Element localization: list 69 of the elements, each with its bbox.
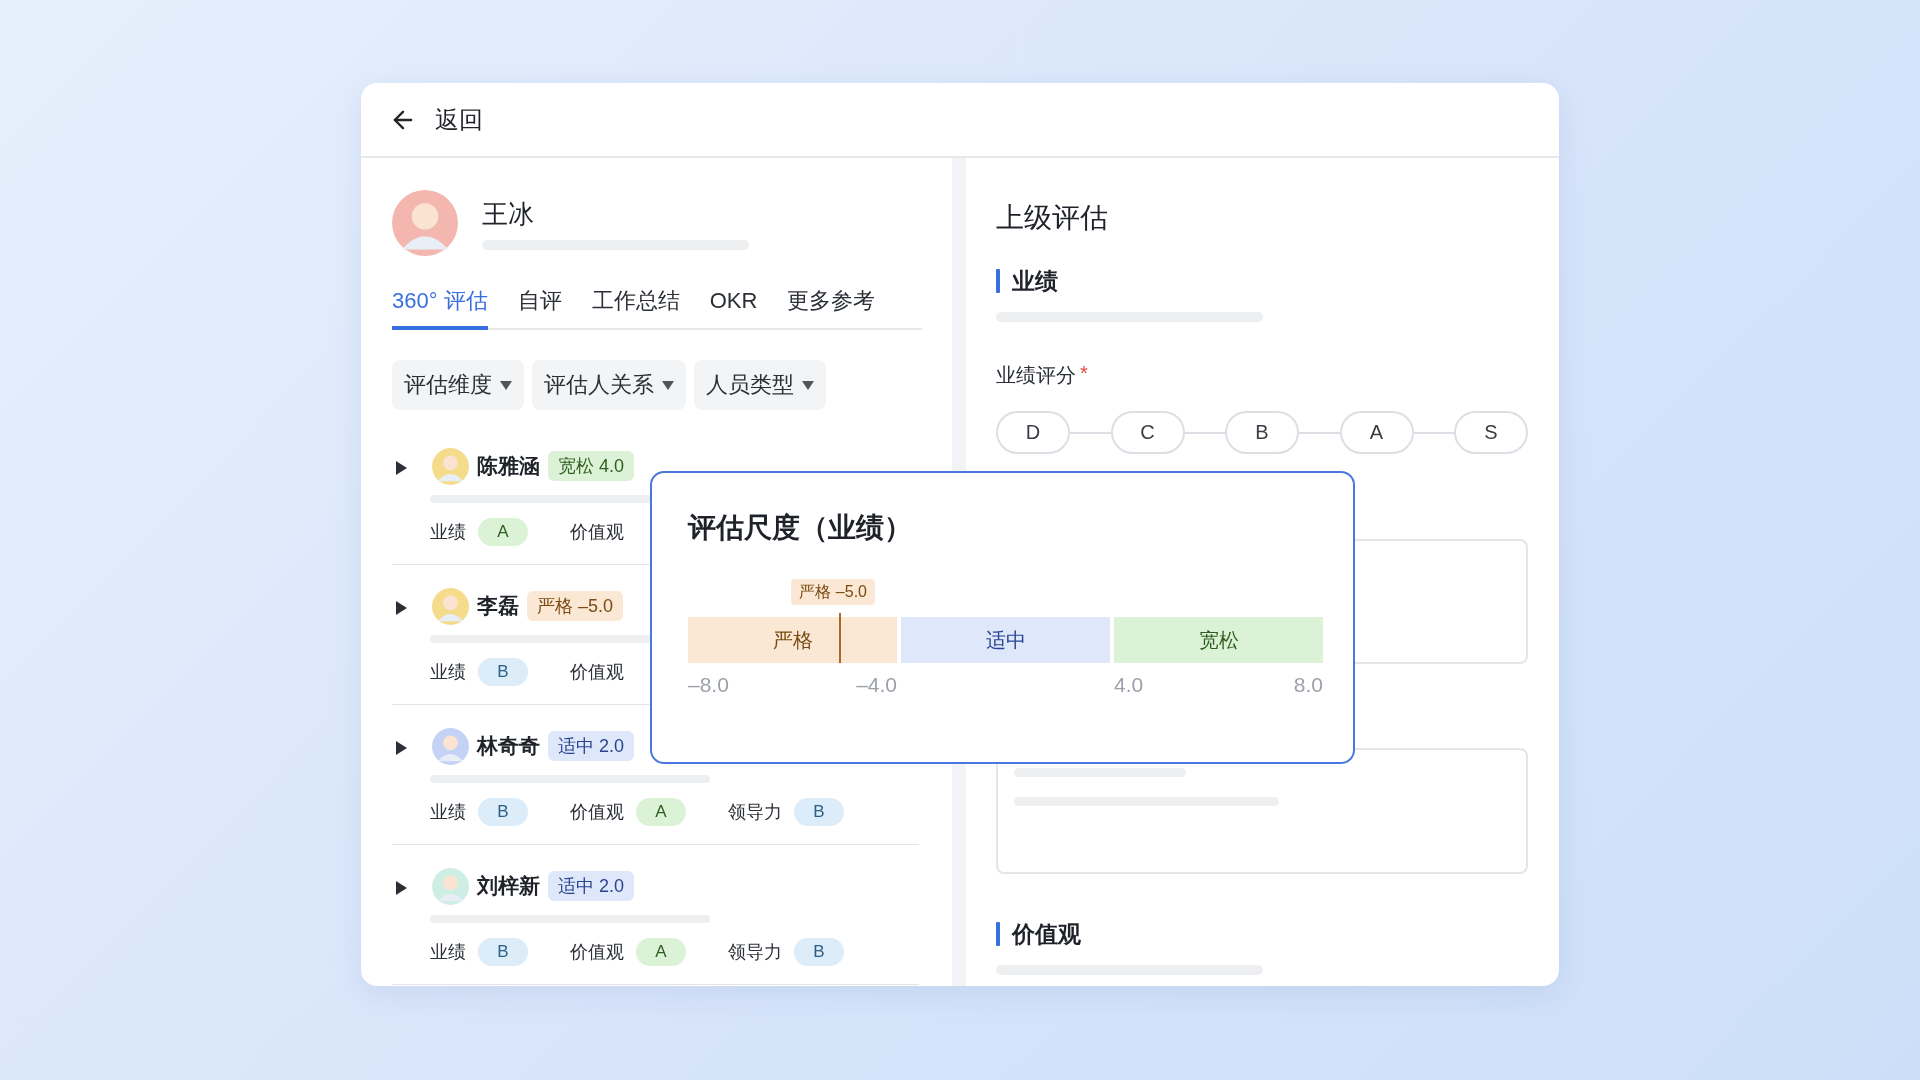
caret-icon [802,380,814,390]
grade-option[interactable]: D [996,411,1070,454]
rating-label: 业绩 [430,941,466,964]
avatar [432,587,469,625]
field-label: 业绩评分 [996,363,1076,388]
rating-label: 业绩 [430,521,466,544]
grade-chip: A [478,518,528,546]
expand-toggle[interactable] [394,880,408,896]
back-button[interactable]: 返回 [389,103,483,136]
required-mark: * [1080,362,1088,386]
grade-chip: B [478,798,528,826]
scale-tag: 适中 2.0 [548,871,635,901]
tab[interactable]: 自评 [517,286,562,330]
grade-chip: B [478,938,528,966]
rating-label: 业绩 [430,661,466,684]
grade-chip: B [794,938,844,966]
avatar [392,190,458,256]
scale-band: 宽松 [1114,617,1323,663]
rating-label: 价值观 [570,941,624,964]
employee-name: 王冰 [482,198,535,230]
section-marker [996,269,1000,293]
rating-label: 领导力 [728,801,782,824]
expand-toggle[interactable] [394,740,408,756]
person-name: 陈雅涵 [477,453,540,479]
tab[interactable]: 更多参考 [787,286,876,330]
expand-toggle[interactable] [394,460,408,476]
filter-dropdown[interactable]: 评估人关系 [532,360,686,410]
grade-chip: A [636,938,686,966]
expand-toggle[interactable] [394,600,408,616]
tab[interactable]: 工作总结 [591,286,680,330]
grade-option[interactable]: A [1339,411,1414,454]
grade-option[interactable]: S [1454,411,1528,454]
tick-label: –4.0 [856,673,897,697]
section-heading: 价值观 [1012,920,1081,949]
rating-label: 价值观 [570,801,624,824]
avatar [432,867,469,905]
filter-dropdown[interactable]: 人员类型 [694,360,826,410]
scale-band: 严格 [688,617,897,663]
person-name: 林奇奇 [477,733,540,759]
rating-label: 价值观 [570,521,624,544]
tick-label: –8.0 [688,673,729,697]
caret-icon [662,380,674,390]
popover-title: 评估尺度（业绩） [688,511,913,545]
rating-label: 价值观 [570,661,624,684]
rating-label: 领导力 [728,941,782,964]
tab[interactable]: OKR [709,286,758,330]
scale-tag: 严格 –5.0 [527,591,624,621]
person-name: 李磊 [477,593,519,619]
rating-label: 业绩 [430,801,466,824]
scale-tag: 宽松 4.0 [548,451,635,481]
tab[interactable]: 360° 评估 [392,286,488,330]
grade-option[interactable]: B [1225,411,1299,454]
grade-option[interactable]: C [1110,411,1185,454]
avatar [432,727,469,765]
section-marker [996,922,1000,946]
scale-band: 适中 [901,617,1110,663]
panel-title: 上级评估 [996,201,1109,235]
person-name: 刘梓新 [477,873,540,899]
tick-label: 8.0 [1293,673,1323,697]
avatar [432,447,469,485]
grade-chip: B [478,658,528,686]
caret-icon [500,380,512,390]
scale-tag: 适中 2.0 [548,731,635,761]
tick-label: 4.0 [1114,673,1144,697]
section-heading: 业绩 [1012,267,1058,296]
filter-dropdown[interactable]: 评估维度 [392,360,524,410]
grade-chip: B [794,798,844,826]
grade-chip: A [636,798,686,826]
marker-label: 严格 –5.0 [791,579,875,605]
